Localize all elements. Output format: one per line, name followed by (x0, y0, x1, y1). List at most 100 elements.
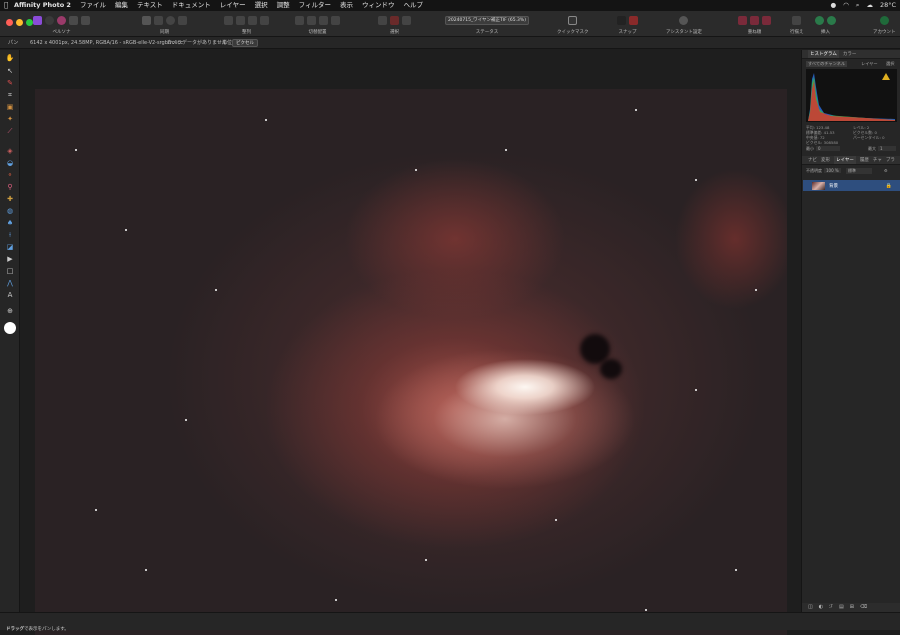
clone-tool-icon[interactable]: ⚲ (5, 182, 15, 192)
menu-document[interactable]: ドキュメント (172, 0, 211, 11)
brush-mode-icon[interactable] (154, 16, 163, 25)
tab-transform[interactable]: 変形 (821, 156, 830, 164)
sync-icon[interactable] (178, 16, 187, 25)
gradient-tool-icon[interactable]: ◪ (5, 242, 15, 252)
menu-file[interactable]: ファイル (80, 0, 106, 11)
apple-icon[interactable]:  (4, 0, 14, 11)
arrange-front-icon[interactable] (224, 16, 233, 25)
tab-histogram[interactable]: ヒストグラム (808, 50, 839, 58)
rotate-right-icon[interactable] (331, 16, 340, 25)
zoom-window-button[interactable] (26, 19, 33, 26)
account-icon[interactable] (879, 16, 889, 25)
menu-adjust[interactable]: 調整 (277, 0, 290, 11)
text-tool-icon[interactable]: A (5, 290, 15, 300)
group-icon[interactable]: ▤ (839, 603, 844, 612)
menu-edit[interactable]: 編集 (115, 0, 128, 11)
tab-color[interactable]: カラー (843, 50, 857, 58)
lock-icon[interactable]: 🔒 (886, 183, 892, 189)
tab-history[interactable]: 履歴 (860, 156, 869, 164)
weather-icon[interactable]: ☁ (866, 0, 873, 11)
menu-layer[interactable]: レイヤー (220, 0, 246, 11)
liquify-persona-icon[interactable] (45, 16, 54, 25)
layer-row-background[interactable]: 背景 🔒 (803, 180, 900, 191)
min-value-field[interactable]: 0 (816, 146, 840, 151)
add-layer-icon[interactable]: ⊞ (850, 603, 854, 612)
assistant-icon[interactable] (679, 16, 689, 25)
menu-app[interactable]: Affinity Photo 2 (14, 0, 71, 11)
live-filter-icon[interactable]: ℱ (829, 603, 833, 612)
mask-icon[interactable]: ◫ (808, 603, 813, 612)
flip-horizontal-icon[interactable] (295, 16, 304, 25)
erase-tool-icon[interactable]: ◈ (5, 146, 15, 156)
dodge-tool-icon[interactable]: ⚬ (5, 170, 15, 180)
canvas-area[interactable] (20, 50, 800, 635)
snap-options-icon[interactable] (629, 16, 638, 25)
document-status-box[interactable]: 20240715_ワイヤン補正TIF (65.3%) (445, 16, 529, 25)
snap-toggle-icon[interactable] (617, 16, 626, 25)
tab-channels[interactable]: チャ (873, 156, 882, 164)
node-tool-icon[interactable]: ▶ (5, 254, 15, 264)
smudge-tool-icon[interactable]: ♠ (5, 218, 15, 228)
arrange-back-icon[interactable] (236, 16, 245, 25)
menu-select[interactable]: 選択 (255, 0, 268, 11)
wifi-icon[interactable]: ◠ (843, 0, 849, 11)
color-picker-tool-icon[interactable]: ✎ (5, 78, 15, 88)
zoom-tool-icon[interactable]: ⊕ (5, 306, 15, 316)
tab-brushes[interactable]: ブラ (886, 156, 895, 164)
close-window-button[interactable] (6, 19, 13, 26)
crop-tool-icon[interactable]: ⌗ (5, 90, 15, 100)
arrange-backward-icon[interactable] (260, 16, 269, 25)
select-all-icon[interactable] (378, 16, 387, 25)
search-icon[interactable]: ⌕ (856, 0, 860, 11)
blemish-tool-icon[interactable]: ✚ (5, 194, 15, 204)
insert-icon-1[interactable] (815, 16, 824, 25)
unit-select[interactable]: ピクセル (232, 39, 258, 47)
order-icon-3[interactable] (762, 16, 771, 25)
minimize-window-button[interactable] (16, 19, 23, 26)
fill-tool-icon[interactable]: ◒ (5, 158, 15, 168)
flood-select-tool-icon[interactable]: ✦ (5, 114, 15, 124)
shape-tool-icon[interactable]: □ (5, 266, 15, 276)
pen-tool-icon[interactable]: ⋀ (5, 278, 15, 288)
move-tool-icon[interactable]: ↖ (5, 66, 15, 76)
adjustment-icon[interactable]: ◐ (819, 603, 823, 612)
rotate-left-icon[interactable] (319, 16, 328, 25)
blend-mode-select[interactable]: 標準 (846, 168, 872, 174)
quickmask-icon[interactable] (568, 16, 578, 25)
menu-window[interactable]: ウィンドウ (362, 0, 395, 11)
max-value-field[interactable]: 1 (878, 146, 896, 151)
invert-selection-icon[interactable] (402, 16, 411, 25)
delete-layer-icon[interactable]: ⌫ (860, 603, 867, 612)
selection-option[interactable]: 選択 (886, 61, 894, 67)
menu-filter[interactable]: フィルター (299, 0, 331, 11)
paint-brush-tool-icon[interactable]: ⟋ (5, 126, 15, 136)
layer-settings-icon[interactable]: ⚙ (884, 168, 888, 173)
export-persona-icon[interactable] (81, 16, 90, 25)
order-icon-2[interactable] (750, 16, 759, 25)
tab-layers[interactable]: レイヤー (834, 156, 856, 164)
deselect-icon[interactable] (390, 16, 399, 25)
record-icon[interactable]: ● (830, 0, 836, 11)
layer-option[interactable]: レイヤー (861, 61, 878, 67)
menu-help[interactable]: ヘルプ (403, 0, 423, 11)
opacity-field[interactable]: 100 % (824, 168, 841, 173)
primary-color-swatch[interactable] (4, 322, 16, 334)
tab-navigator[interactable]: ナビ (808, 156, 817, 164)
hand-tool-icon[interactable]: ✋ (5, 53, 15, 63)
document-icon[interactable] (142, 16, 151, 25)
selection-brush-tool-icon[interactable]: ▣ (5, 102, 15, 112)
menu-view[interactable]: 表示 (340, 0, 353, 11)
flip-vertical-icon[interactable] (307, 16, 316, 25)
order-icon-1[interactable] (738, 16, 747, 25)
channel-select[interactable]: すべてのチャンネル (806, 61, 848, 67)
color-mode-icon[interactable] (166, 16, 175, 25)
photo-persona-icon[interactable] (33, 16, 42, 25)
nebula-photo[interactable] (35, 89, 787, 635)
retouch-tool-icon[interactable]: ◍ (5, 206, 15, 216)
insert-icon-2[interactable] (827, 16, 836, 25)
blur-tool-icon[interactable]: ⟊ (5, 230, 15, 240)
arrange-forward-icon[interactable] (248, 16, 257, 25)
menu-text[interactable]: テキスト (137, 0, 163, 11)
align-icon[interactable] (792, 16, 802, 25)
tonemap-persona-icon[interactable] (69, 16, 78, 25)
